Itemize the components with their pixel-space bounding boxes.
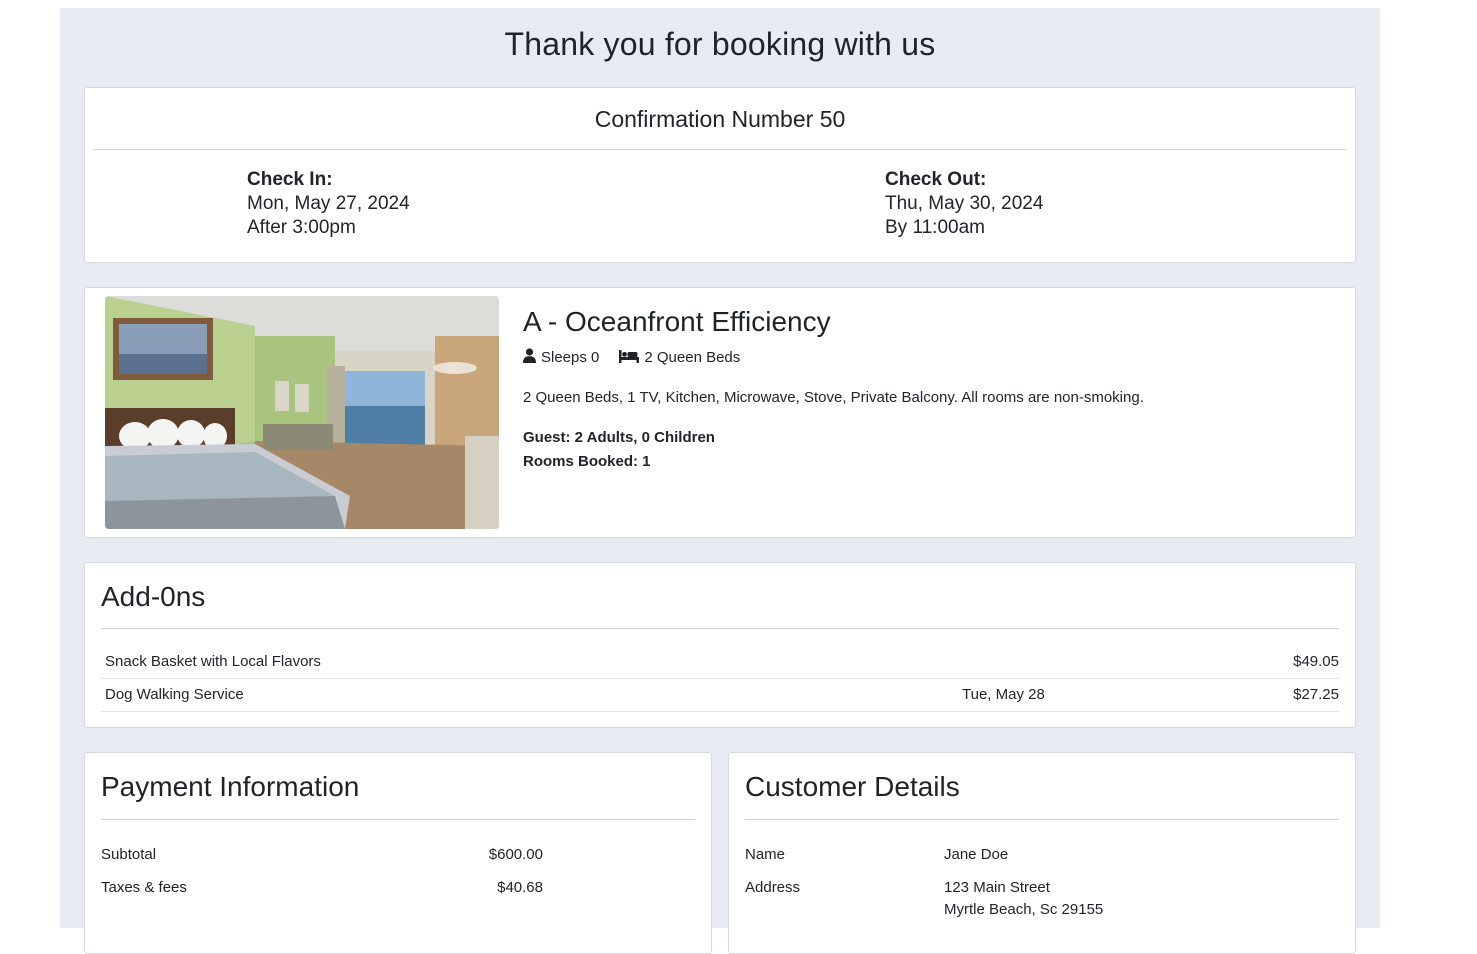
check-in-date: Mon, May 27, 2024 xyxy=(247,193,410,214)
customer-card: Customer Details Name Jane Doe Address 1… xyxy=(728,752,1356,954)
taxes-value: $40.68 xyxy=(497,879,543,896)
addon-name: Snack Basket with Local Flavors xyxy=(105,653,321,670)
page-title: Thank you for booking with us xyxy=(504,26,936,62)
check-in-time: After 3:00pm xyxy=(247,217,356,238)
person-icon xyxy=(523,348,536,367)
check-out-date: Thu, May 30, 2024 xyxy=(885,193,1044,214)
subtotal-value: $600.00 xyxy=(488,846,543,863)
bed-icon xyxy=(619,349,640,367)
check-out-label: Check Out: xyxy=(885,169,987,190)
check-in-label: Check In: xyxy=(247,169,333,190)
sleeps-text: Sleeps 0 xyxy=(541,349,600,366)
divider xyxy=(745,819,1339,820)
name-label: Name xyxy=(745,846,786,863)
payment-title: Payment Information xyxy=(101,771,360,802)
room-card: A - Oceanfront Efficiency Sleeps 0 2 Que… xyxy=(84,287,1356,538)
customer-title: Customer Details xyxy=(745,771,960,802)
addon-row: Snack Basket with Local Flavors $49.05 xyxy=(101,645,1339,679)
customer-name: Jane Doe xyxy=(944,846,1009,863)
room-description: 2 Queen Beds, 1 TV, Kitchen, Microwave, … xyxy=(523,389,1144,406)
confirmation-card: Confirmation Number 50 Check In: Mon, Ma… xyxy=(84,87,1356,263)
beds-text: 2 Queen Beds xyxy=(644,349,741,366)
address-label: Address xyxy=(745,879,801,896)
address-line2: Myrtle Beach, Sc 29155 xyxy=(944,901,1104,918)
check-in-info: Check In: Mon, May 27, 2024 After 3:00pm xyxy=(247,168,410,240)
rooms-booked: Rooms Booked: 1 xyxy=(523,453,651,470)
addons-title: Add-0ns xyxy=(101,581,206,612)
divider xyxy=(93,149,1347,150)
addon-row: Dog Walking Service Tue, May 28 $27.25 xyxy=(101,678,1339,712)
confirmation-number: Confirmation Number 50 xyxy=(594,106,846,132)
address-line1: 123 Main Street xyxy=(944,879,1050,896)
booking-confirmation-page: Thank you for booking with us Confirmati… xyxy=(60,8,1380,954)
check-out-info: Check Out: Thu, May 30, 2024 By 11:00am xyxy=(885,168,1043,240)
divider xyxy=(101,628,1339,629)
payment-card: Payment Information Subtotal $600.00 Tax… xyxy=(84,752,712,954)
room-photo xyxy=(105,296,499,529)
subtotal-label: Subtotal xyxy=(101,846,157,863)
addons-card: Add-0ns Snack Basket with Local Flavors … xyxy=(84,562,1356,728)
divider xyxy=(101,819,695,820)
room-name: A - Oceanfront Efficiency xyxy=(523,306,831,337)
addon-price: $49.05 xyxy=(1293,653,1339,670)
addon-date: Tue, May 28 xyxy=(962,686,1045,703)
addon-name: Dog Walking Service xyxy=(105,686,244,703)
taxes-label: Taxes & fees xyxy=(101,879,187,896)
check-out-time: By 11:00am xyxy=(885,217,985,238)
addon-price: $27.25 xyxy=(1293,686,1339,703)
room-meta: Sleeps 0 2 Queen Beds xyxy=(523,348,740,367)
guest-count: Guest: 2 Adults, 0 Children xyxy=(523,429,715,446)
